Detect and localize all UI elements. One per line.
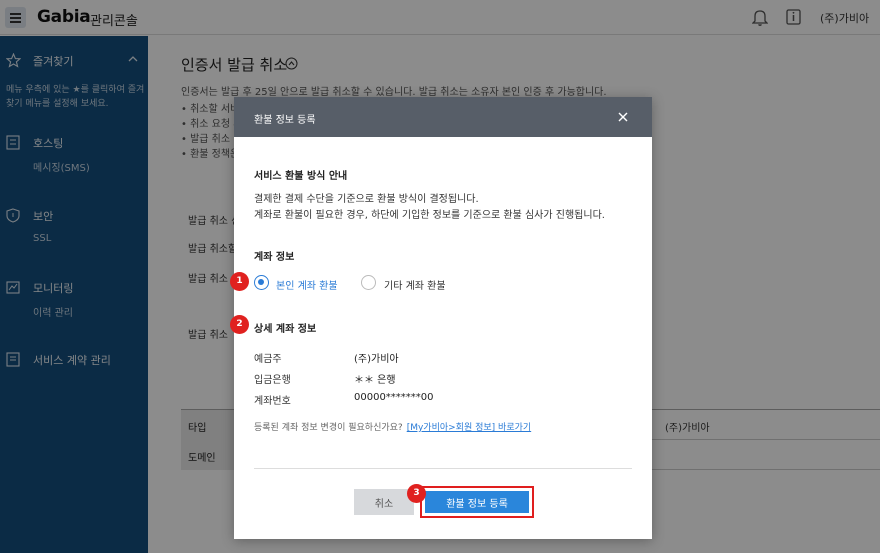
modal-divider: [254, 468, 632, 469]
step-badge-1: 1: [230, 272, 249, 291]
modal-title: 환불 정보 등록: [254, 115, 316, 126]
radio-own-account-label[interactable]: 본인 계좌 환불: [276, 277, 338, 292]
holder-label: 예금주: [254, 354, 282, 365]
refund-guide-title: 서비스 환불 방식 안내: [254, 171, 348, 182]
refund-guide-line: 결제한 결제 수단을 기준으로 환불 방식이 결정됩니다.: [254, 194, 479, 205]
register-refund-button[interactable]: 환불 정보 등록: [425, 491, 529, 513]
account-number-label: 계좌번호: [254, 396, 291, 407]
refund-guide-text: 결제한 결제 수단을 기준으로 환불 방식이 결정됩니다. 계좌로 환불이 필요…: [254, 192, 644, 224]
account-info-title: 계좌 정보: [254, 252, 295, 263]
bank-label: 입금은행: [254, 375, 291, 386]
account-detail-title: 상세 계좌 정보: [254, 324, 317, 335]
modal-header: 환불 정보 등록: [234, 97, 652, 137]
radio-other-account-label[interactable]: 기타 계좌 환불: [384, 277, 446, 292]
member-info-link[interactable]: [My가비아>회원 정보] 바로가기: [407, 423, 531, 433]
close-icon[interactable]: [617, 111, 629, 123]
account-change-help: 등록된 계좌 정보 변경이 필요하신가요? [My가비아>회원 정보] 바로가기: [254, 420, 531, 433]
radio-other-account[interactable]: [361, 275, 376, 290]
step-badge-3: 3: [407, 484, 426, 503]
account-number-value: 00000*******00: [354, 392, 434, 403]
bank-value: ＊＊ 은행: [354, 375, 396, 386]
refund-info-modal: 환불 정보 등록 서비스 환불 방식 안내 결제한 결제 수단을 기준으로 환불…: [234, 97, 652, 539]
radio-own-account[interactable]: [254, 275, 269, 290]
submit-highlight-box: 환불 정보 등록: [420, 486, 534, 518]
help-text: 등록된 계좌 정보 변경이 필요하신가요?: [254, 423, 403, 433]
step-badge-2: 2: [230, 315, 249, 334]
refund-guide-line: 계좌로 환불이 필요한 경우, 하단에 기입한 정보를 기준으로 환불 심사가 …: [254, 210, 605, 221]
holder-value: (주)가비아: [354, 354, 399, 365]
cancel-button[interactable]: 취소: [354, 489, 414, 515]
